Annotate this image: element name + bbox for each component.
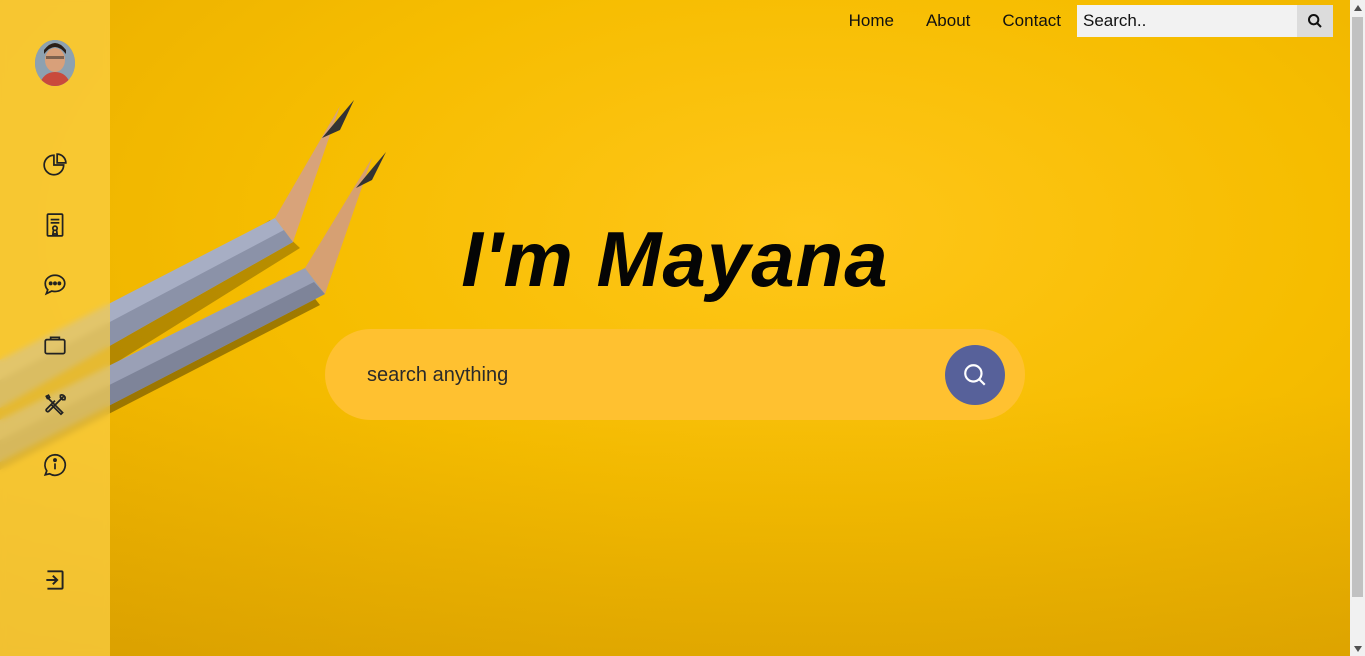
scroll-up-arrow-icon (1353, 4, 1362, 11)
sidebar-item-info[interactable] (40, 450, 70, 480)
info-chat-icon (43, 453, 67, 477)
sidebar-item-portfolio[interactable] (40, 330, 70, 360)
top-search-button[interactable] (1297, 5, 1333, 37)
hero-search-button[interactable] (945, 345, 1005, 405)
page-scrollbar[interactable] (1350, 0, 1365, 656)
search-icon (1308, 13, 1322, 28)
nav-link-about[interactable]: About (926, 11, 970, 31)
scroll-down-button[interactable] (1350, 641, 1365, 656)
nav-link-contact[interactable]: Contact (1002, 11, 1061, 31)
avatar-image (35, 40, 75, 86)
hero-title: I'm Mayana (461, 215, 889, 303)
sidebar-overlay (0, 0, 110, 656)
nav-link-home[interactable]: Home (849, 11, 894, 31)
logout-icon (46, 570, 64, 590)
logout-button[interactable] (40, 565, 70, 595)
sidebar-item-resume[interactable] (40, 210, 70, 240)
top-search-input[interactable] (1077, 5, 1297, 37)
chat-bubble-icon (44, 274, 66, 296)
sidebar-item-messages[interactable] (40, 270, 70, 300)
sidebar-item-dashboard[interactable] (40, 150, 70, 180)
tools-icon (45, 394, 66, 416)
hero-search-bar (325, 329, 1025, 420)
certificate-document-icon (46, 213, 64, 237)
pie-chart-icon (43, 153, 67, 176)
hero-search-input[interactable] (365, 351, 929, 399)
avatar[interactable] (35, 40, 75, 86)
search-icon (964, 364, 986, 386)
briefcase-icon (44, 336, 66, 355)
scroll-down-arrow-icon (1353, 645, 1362, 652)
top-search-form (1077, 5, 1333, 37)
sidebar (0, 0, 110, 656)
sidebar-item-services[interactable] (40, 390, 70, 420)
scroll-up-button[interactable] (1350, 0, 1365, 15)
background-shade (0, 0, 1350, 656)
top-nav: Home About Contact (849, 0, 1333, 42)
scroll-thumb[interactable] (1352, 17, 1363, 597)
